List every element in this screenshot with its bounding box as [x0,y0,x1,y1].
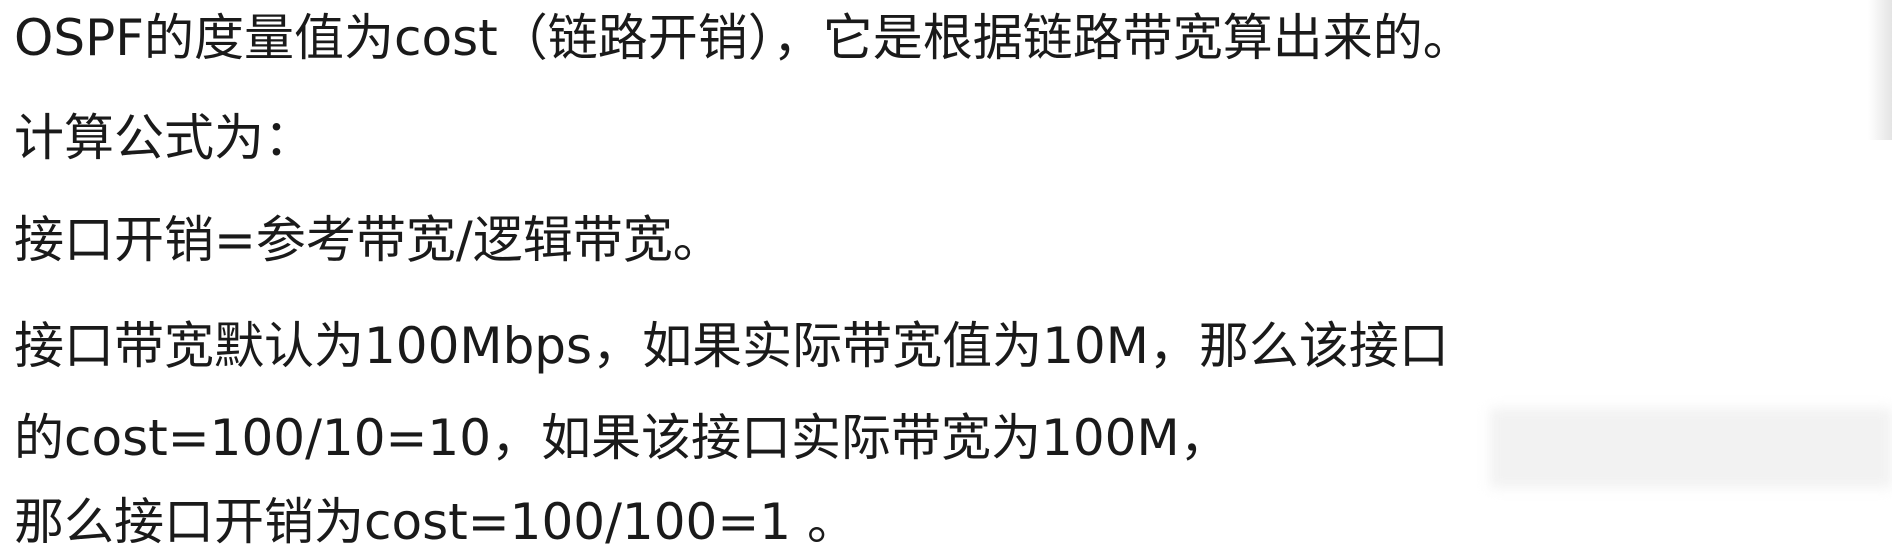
text-line-formula: 接口开销=参考带宽/逻辑带宽。 [14,211,723,269]
blurred-region [1490,408,1892,488]
text-line-default-bandwidth: 接口带宽默认为100Mbps，如果实际带宽值为10M，那么该接口 [14,317,1449,375]
slide: OSPF的度量值为cost（链路开销），它是根据链路带宽算出来的。 计算公式为：… [0,0,1892,553]
text-line-formula-intro: 计算公式为： [14,109,314,167]
text-line-cost-example-10: 的cost=100/10=10，如果该接口实际带宽为100M， [14,409,1230,467]
edge-shadow [1868,0,1892,140]
text-line-cost-example-100: 那么接口开销为cost=100/100=1 。 [14,493,857,551]
text-line-ospf-metric: OSPF的度量值为cost（链路开销），它是根据链路带宽算出来的。 [14,9,1473,67]
